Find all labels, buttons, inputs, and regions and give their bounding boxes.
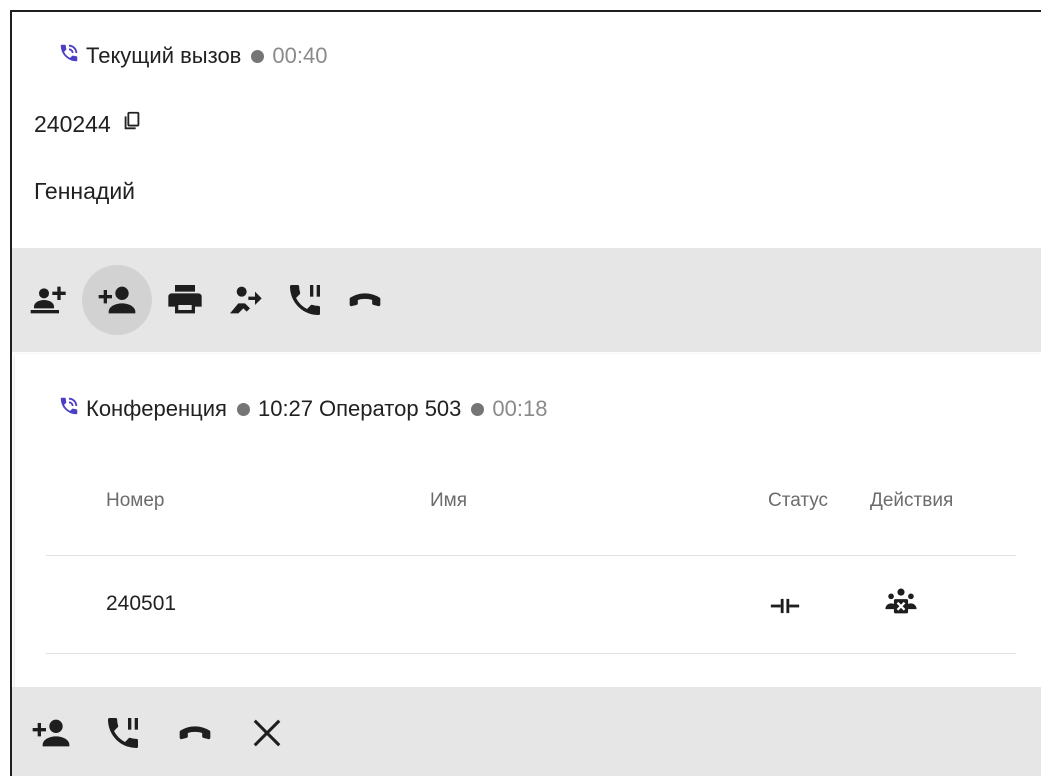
call-toolbar [12,248,1041,352]
hangup-button[interactable] [168,706,222,760]
add-user-button[interactable] [82,265,152,335]
phone-in-talk-icon [58,42,80,70]
status-dot [236,402,250,416]
current-call-header: Текущий вызов 00:40 [58,42,327,70]
participant-number: 240501 [106,592,177,615]
print-icon [168,285,202,314]
call-panel: Текущий вызов 00:40 240244 Геннадий Конф… [10,10,1041,776]
close-icon [253,719,281,746]
status-dot [471,402,485,416]
transfer-button[interactable] [218,273,272,327]
conference-timer: 00:18 [492,396,548,421]
hangup-button[interactable] [338,273,392,327]
hangup-icon [349,293,381,307]
caller-number: 240244 [34,110,111,137]
phone-in-talk-icon [58,395,80,423]
add-user-icon [98,286,136,314]
add-user-button[interactable] [24,706,78,760]
current-call-title: Текущий вызов [86,43,242,68]
table-divider [46,653,1016,654]
column-name: Имя [430,490,468,511]
conference-header: Конференция 10:27 Оператор 503 00:18 [58,395,547,423]
conference-title: Конференция [86,396,227,421]
copy-icon[interactable] [121,110,143,138]
hold-icon [108,717,138,748]
table-divider [46,555,1016,556]
participants-table-header: Номер Имя Статус Действия [46,490,1016,520]
add-to-conference-button[interactable] [22,273,76,327]
caller-number-row: 240244 [34,110,143,138]
column-number: Номер [106,490,165,511]
hold-button[interactable] [96,706,150,760]
conference-operator: Оператор 503 [319,396,462,421]
connected-icon [768,589,802,629]
column-actions: Действия [870,490,954,511]
column-status: Статус [768,490,829,511]
add-user-icon [32,719,70,746]
close-button[interactable] [240,706,294,760]
current-call-timer: 00:40 [272,43,328,68]
remove-participant-icon[interactable] [884,585,918,625]
conference-start-time: 10:27 [257,396,314,421]
hold-icon [290,285,320,315]
transfer-icon [230,286,262,314]
status-dot [251,49,265,63]
table-row: 240501 [46,588,1016,622]
hangup-icon [179,725,211,739]
caller-name: Геннадий [34,178,136,204]
hold-button[interactable] [278,273,332,327]
print-button[interactable] [158,273,212,327]
add-to-conference-icon [30,286,66,314]
conference-toolbar [12,687,1041,776]
